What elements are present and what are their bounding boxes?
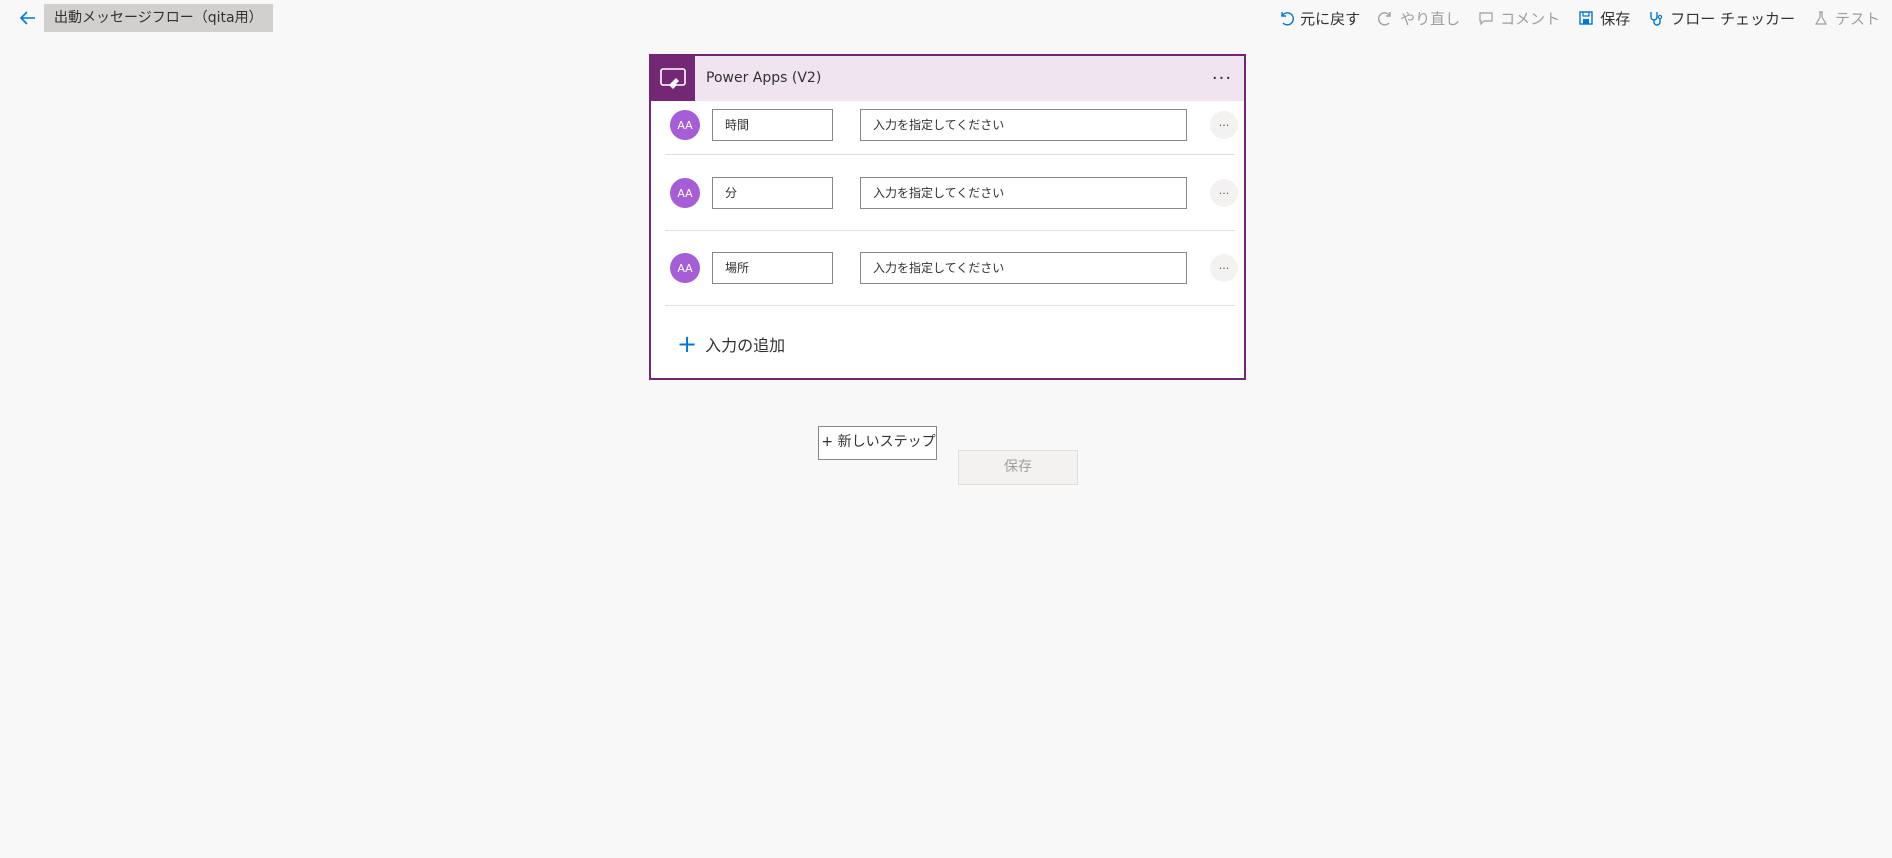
back-button[interactable] <box>16 6 40 30</box>
redo-label: やり直し <box>1400 9 1461 28</box>
undo-icon <box>1278 10 1295 26</box>
undo-label: 元に戻す <box>1300 9 1361 28</box>
input-name-field[interactable]: 時間 <box>712 109 833 141</box>
card-more-button[interactable]: ··· <box>1208 64 1236 92</box>
toolbar: 元に戻す やり直し コメント 保存 フロー チェッカー テスト <box>1260 0 1880 36</box>
card-title: Power Apps (V2) <box>706 70 822 86</box>
add-input-button[interactable]: + 入力の追加 <box>677 332 785 356</box>
comment-label: コメント <box>1500 9 1561 28</box>
test-button[interactable]: テスト <box>1813 8 1880 29</box>
input-description-field[interactable]: 入力を指定してください <box>860 177 1187 209</box>
redo-icon <box>1378 10 1394 26</box>
save-toolbar-label: 保存 <box>1600 9 1631 28</box>
plus-icon: + <box>677 330 698 358</box>
comment-button[interactable]: コメント <box>1478 8 1560 29</box>
add-input-label: 入力の追加 <box>705 336 786 355</box>
input-description-field[interactable]: 入力を指定してください <box>860 109 1187 141</box>
new-step-label: + 新しいステップ <box>821 434 936 450</box>
text-type-icon: AA <box>670 253 700 283</box>
save-button[interactable]: 保存 <box>958 450 1078 485</box>
input-name-field[interactable]: 分 <box>712 177 833 209</box>
flow-checker-button[interactable]: フロー チェッカー <box>1648 8 1795 29</box>
card-header[interactable]: Power Apps (V2) ··· <box>651 56 1244 101</box>
input-row: AA 時間 入力を指定してください ··· <box>665 101 1238 155</box>
input-name-field[interactable]: 場所 <box>712 252 833 284</box>
new-step-button[interactable]: + 新しいステップ <box>818 426 937 460</box>
stethoscope-icon <box>1648 10 1664 26</box>
test-label: テスト <box>1834 9 1880 28</box>
power-apps-logo-icon <box>651 56 695 101</box>
flow-name[interactable]: 出動メッセージフロー（qita用） <box>44 4 273 32</box>
save-icon <box>1578 10 1594 26</box>
flow-checker-label: フロー チェッカー <box>1670 9 1795 28</box>
input-description-field[interactable]: 入力を指定してください <box>860 252 1187 284</box>
text-type-icon: AA <box>670 178 700 208</box>
back-arrow-icon <box>19 11 35 25</box>
divider <box>665 305 1235 306</box>
input-row-more-button[interactable]: ··· <box>1210 111 1238 139</box>
redo-button[interactable]: やり直し <box>1378 8 1460 29</box>
top-bar: 出動メッセージフロー（qita用） 元に戻す やり直し コメント 保存 フロー … <box>0 0 1892 38</box>
input-row: AA 分 入力を指定してください ··· <box>665 155 1238 231</box>
save-toolbar-button[interactable]: 保存 <box>1578 8 1630 29</box>
input-row: AA 場所 入力を指定してください ··· <box>665 231 1238 306</box>
undo-button[interactable]: 元に戻す <box>1278 8 1360 29</box>
flask-icon <box>1813 10 1829 26</box>
text-type-icon: AA <box>670 110 700 140</box>
comment-icon <box>1478 10 1494 26</box>
input-row-more-button[interactable]: ··· <box>1210 179 1238 207</box>
power-apps-trigger-card: Power Apps (V2) ··· AA 時間 入力を指定してください ··… <box>649 54 1246 380</box>
input-row-more-button[interactable]: ··· <box>1210 254 1238 282</box>
